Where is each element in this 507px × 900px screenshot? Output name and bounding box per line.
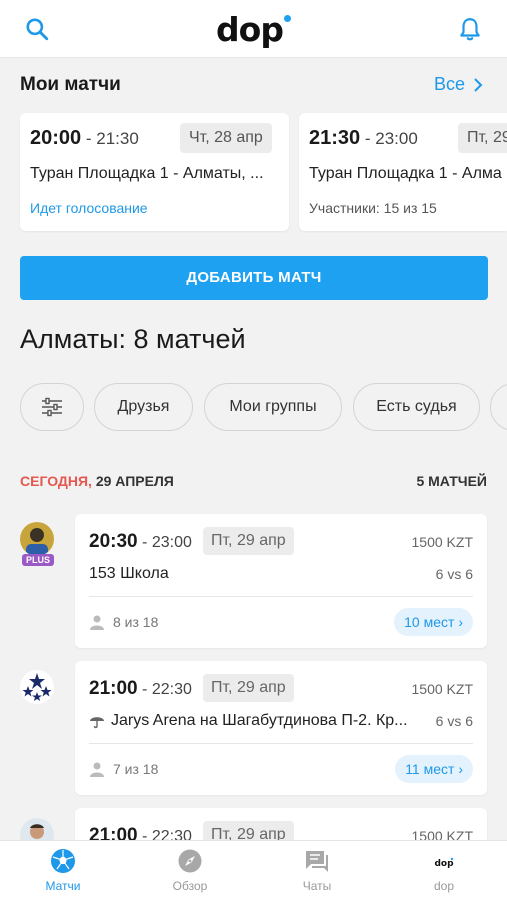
match-date: Чт, 28 апр (180, 123, 272, 153)
soccer-ball-icon (51, 849, 75, 873)
match-place: 153 Школа (89, 565, 169, 583)
my-match-card[interactable]: 20:00 - 21:30 Чт, 28 апр Туран Площадка … (20, 113, 289, 231)
match-date: Пт, 29 (458, 123, 507, 153)
dop-logo: dop (0, 10, 507, 49)
nav-tab-overview[interactable]: Обзор (127, 841, 253, 900)
match-card[interactable]: 20:30 - 23:00 Пт, 29 апр 1500 KZT 153 Шк… (75, 514, 487, 648)
my-matches-title: Мои матчи (20, 74, 121, 95)
nav-label: Матчи (45, 879, 81, 893)
all-matches-link[interactable]: Все (434, 74, 483, 95)
day-header: СЕГОДНЯ, 29 АПРЕЛЯ (20, 473, 174, 489)
match-date: Пт, 29 апр (203, 674, 294, 702)
match-date: Пт, 29 апр (203, 527, 294, 555)
today-label: СЕГОДНЯ, (20, 473, 92, 489)
match-format: 6 vs 6 (435, 566, 473, 582)
day-date: 29 АПРЕЛЯ (95, 473, 174, 489)
match-place-label: 153 Школа (89, 565, 169, 582)
top-bar: dop (0, 0, 507, 58)
spots-label: 10 мест (404, 614, 455, 630)
filter-chip-more[interactable] (490, 383, 507, 431)
spots-button[interactable]: 10 мест › (394, 608, 473, 636)
players-count: 8 из 18 (89, 614, 158, 630)
match-time: 20:00 - 21:30 (30, 127, 139, 149)
players-label: 8 из 18 (113, 614, 159, 630)
match-price: 1500 KZT (411, 681, 473, 697)
nav-label: dop (433, 879, 455, 893)
match-time: 20:30 - 23:00 (89, 531, 192, 552)
spots-button[interactable]: 11 мест › (395, 755, 473, 783)
match-place: Туран Площадка 1 - Алматы, ... (30, 165, 264, 182)
filter-chip-referee[interactable]: Есть судья (353, 383, 480, 431)
day-match-count: 5 МАТЧЕЙ (416, 473, 487, 489)
match-status: Участники: 15 из 15 (309, 200, 437, 216)
person-icon (90, 615, 104, 630)
match-place: Jarys Arena на Шагабутдинова П-2. Кр... (89, 712, 408, 730)
bell-icon[interactable] (457, 16, 483, 42)
match-time: 21:30 - 23:00 (309, 127, 418, 149)
dop-logo-icon: dop (434, 857, 454, 869)
my-match-card[interactable]: 21:30 - 23:00 Пт, 29 Туран Площадка 1 - … (299, 113, 507, 231)
divider (89, 743, 473, 744)
umbrella-icon (90, 717, 104, 729)
sliders-icon (42, 397, 62, 417)
match-time: 21:00 - 22:30 (89, 678, 192, 699)
nav-tab-chats[interactable]: Чаты (254, 841, 380, 900)
match-format: 6 vs 6 (435, 713, 473, 729)
bottom-navigation: Матчи Обзор Чаты dop dop (0, 840, 507, 900)
nav-tab-matches[interactable]: Матчи (0, 841, 126, 900)
plus-badge: PLUS (22, 554, 55, 566)
filter-chip-friends[interactable]: Друзья (94, 383, 193, 431)
spots-label: 11 мест (405, 761, 455, 777)
divider (89, 596, 473, 597)
filter-chip-my-groups[interactable]: Мои группы (204, 383, 342, 431)
match-price: 1500 KZT (411, 534, 473, 550)
add-match-button[interactable]: ДОБАВИТЬ МАТЧ (20, 256, 488, 300)
person-icon (90, 762, 104, 777)
all-link-label: Все (433, 74, 465, 94)
match-place: Туран Площадка 1 - Алма (309, 165, 502, 182)
filter-settings-button[interactable] (20, 383, 84, 431)
match-card[interactable]: 21:00 - 22:30 Пт, 29 апр 1500 KZT Jarys … (75, 661, 487, 795)
nav-label: Обзор (172, 879, 208, 893)
nav-label: Чаты (302, 879, 332, 893)
organizer-avatar[interactable] (20, 670, 54, 704)
match-place-label: Jarys Arena на Шагабутдинова П-2. Кр... (111, 712, 408, 729)
svg-text:dop: dop (434, 859, 454, 869)
chevron-right-icon (474, 77, 483, 92)
match-status: Идет голосование (30, 200, 148, 216)
players-label: 7 из 18 (113, 761, 159, 777)
city-title: Алматы: 8 матчей (20, 324, 246, 354)
compass-icon (178, 849, 202, 873)
filter-chips: Друзья Мои группы Есть судья (20, 383, 507, 433)
players-count: 7 из 18 (89, 761, 158, 777)
organizer-avatar[interactable] (20, 522, 54, 556)
nav-tab-dop[interactable]: dop dop (381, 841, 507, 900)
chat-icon (306, 851, 328, 872)
